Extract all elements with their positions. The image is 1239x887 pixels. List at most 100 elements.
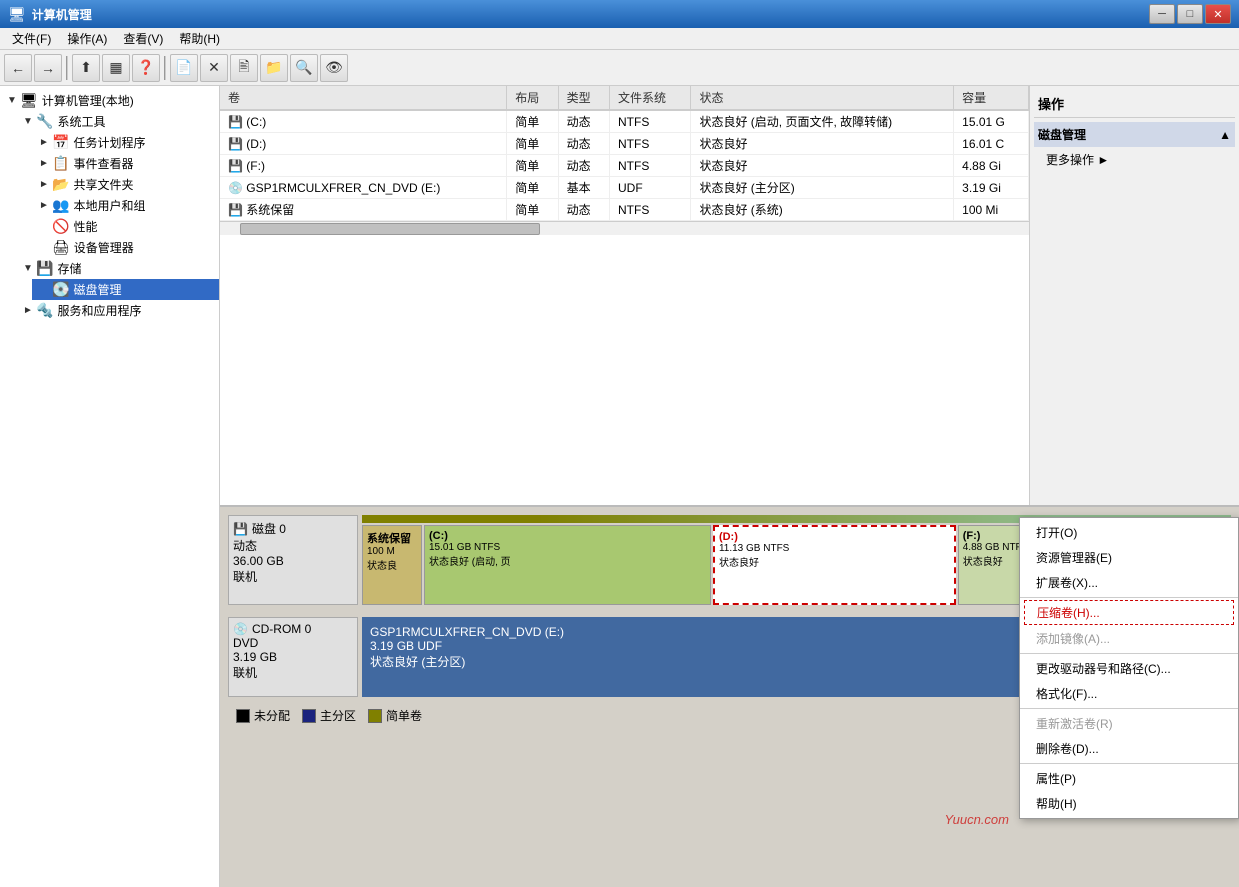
legend-primary: 主分区 [302, 707, 356, 724]
users-toggle[interactable]: ► [36, 200, 52, 211]
col-vol[interactable]: 卷 [220, 86, 507, 110]
table-cell: 3.19 Gi [954, 177, 1029, 199]
shared-toggle[interactable]: ► [36, 179, 52, 190]
dev-label: 设备管理器 [74, 239, 134, 256]
maximize-button[interactable]: □ [1177, 4, 1203, 24]
toolbar-delete[interactable]: ✕ [200, 54, 228, 82]
scrollbar-thumb[interactable] [240, 223, 540, 235]
col-layout[interactable]: 布局 [507, 86, 558, 110]
perf-toggle[interactable] [36, 221, 52, 232]
system-tools-label: 系统工具 [57, 113, 105, 130]
sidebar-item-local-users[interactable]: ► 👥 本地用户和组 [32, 195, 219, 216]
horizontal-scrollbar[interactable] [220, 221, 1029, 235]
root-toggle[interactable]: ▼ [4, 95, 20, 106]
sidebar-item-task-scheduler[interactable]: ► 📅 任务计划程序 [32, 132, 219, 153]
close-button[interactable]: ✕ [1205, 4, 1231, 24]
vol-icon: 💿 [228, 181, 246, 195]
table-cell: 简单 [507, 133, 558, 155]
legend-simple: 简单卷 [368, 707, 422, 724]
menu-file[interactable]: 文件(F) [4, 28, 59, 49]
ctx-item-1[interactable]: 资源管理器(E) [1020, 545, 1238, 570]
minimize-button[interactable]: ─ [1149, 4, 1175, 24]
sidebar-item-services[interactable]: ► 🔩 服务和应用程序 [16, 300, 219, 321]
toolbar: ← → ⬆ ▦ ❓ 📄 ✕ 🖹 📁 🔍 👁 [0, 50, 1239, 86]
ctx-item-9[interactable]: 属性(P) [1020, 766, 1238, 791]
ctx-item-6[interactable]: 格式化(F)... [1020, 681, 1238, 706]
table-cell: 16.01 C [954, 133, 1029, 155]
table-cell: 💾 系统保留 [220, 199, 507, 221]
partition-c[interactable]: (C:) 15.01 GB NTFS 状态良好 (启动, 页 [424, 525, 711, 605]
cdrom0-size: 3.19 GB [233, 650, 353, 664]
toolbar-show-hide[interactable]: ▦ [102, 54, 130, 82]
toolbar-properties[interactable]: 🖹 [230, 54, 258, 82]
table-row[interactable]: 💾 系统保留简单动态NTFS状态良好 (系统)100 Mi [220, 199, 1029, 221]
toolbar-back[interactable]: ← [4, 54, 32, 82]
menu-view[interactable]: 查看(V) [115, 28, 171, 49]
task-sched-icon: 📅 [52, 134, 69, 151]
menu-help[interactable]: 帮助(H) [171, 28, 228, 49]
col-type[interactable]: 类型 [558, 86, 609, 110]
col-status[interactable]: 状态 [691, 86, 954, 110]
root-icon: 🖥 [20, 92, 38, 109]
sidebar-item-shared-folders[interactable]: ► 📂 共享文件夹 [32, 174, 219, 195]
event-toggle[interactable]: ► [36, 158, 52, 169]
table-row[interactable]: 💿 GSP1RMCULXFRER_CN_DVD (E:)简单基本UDF状态良好 … [220, 177, 1029, 199]
col-fs[interactable]: 文件系统 [610, 86, 691, 110]
table-cell: 简单 [507, 155, 558, 177]
sidebar-item-performance[interactable]: 🚫 性能 [32, 216, 219, 237]
svc-toggle[interactable]: ► [20, 305, 36, 316]
task-sched-toggle[interactable]: ► [36, 137, 52, 148]
right-panel-section[interactable]: 磁盘管理 ▲ [1034, 122, 1235, 147]
table-cell: 状态良好 (主分区) [691, 177, 954, 199]
title-bar: 🖥 计算机管理 ─ □ ✕ [0, 0, 1239, 28]
app-icon: 🖥 [8, 6, 26, 23]
system-tools-icon: 🔧 [36, 113, 53, 130]
disk-mgmt-toggle[interactable] [36, 284, 52, 295]
table-cell: 💾 (F:) [220, 155, 507, 177]
toolbar-view[interactable]: 👁 [320, 54, 348, 82]
title-bar-text: 计算机管理 [32, 6, 1149, 23]
system-tools-toggle[interactable]: ▼ [20, 116, 36, 127]
sidebar-item-event-viewer[interactable]: ► 📋 事件查看器 [32, 153, 219, 174]
table-cell: 4.88 Gi [954, 155, 1029, 177]
ctx-item-5[interactable]: 更改驱动器号和路径(C)... [1020, 656, 1238, 681]
ctx-item-2[interactable]: 扩展卷(X)... [1020, 570, 1238, 595]
toolbar-open[interactable]: 📁 [260, 54, 288, 82]
col-size[interactable]: 容量 [954, 86, 1029, 110]
table-row[interactable]: 💾 (C:)简单动态NTFS状态良好 (启动, 页面文件, 故障转储)15.01… [220, 110, 1029, 133]
sidebar-item-system-tools[interactable]: ▼ 🔧 系统工具 [16, 111, 219, 132]
context-menu: 打开(O)资源管理器(E)扩展卷(X)...压缩卷(H)...添加镜像(A)..… [1019, 517, 1239, 819]
toolbar-help[interactable]: ❓ [132, 54, 160, 82]
more-actions-arrow: ► [1097, 153, 1109, 167]
ctx-item-8[interactable]: 删除卷(D)... [1020, 736, 1238, 761]
table-row[interactable]: 💾 (D:)简单动态NTFS状态良好16.01 C [220, 133, 1029, 155]
right-panel-more-actions[interactable]: 更多操作 ► [1034, 149, 1235, 170]
sidebar-item-device-manager[interactable]: 🖨 设备管理器 [32, 237, 219, 258]
table-cell: 状态良好 [691, 155, 954, 177]
upper-content: 卷 布局 类型 文件系统 状态 容量 💾 (C:)简单动态NTFS状态良好 (启… [220, 86, 1239, 507]
sidebar-item-root[interactable]: ▼ 🖥 计算机管理(本地) [0, 90, 219, 111]
disk0-title: 磁盘 0 [252, 520, 286, 537]
ctx-item-0[interactable]: 打开(O) [1020, 520, 1238, 545]
menu-action[interactable]: 操作(A) [59, 28, 115, 49]
legend-simple-box [368, 709, 382, 723]
toolbar-forward[interactable]: → [34, 54, 62, 82]
toolbar-up[interactable]: ⬆ [72, 54, 100, 82]
system-tools-children: ► 📅 任务计划程序 ► 📋 事件查看器 ► 📂 共享文件夹 ► 👥 [16, 132, 219, 258]
partition-d1[interactable]: (D:) 11.13 GB NTFS 状态良好 [713, 525, 956, 605]
sidebar-item-storage[interactable]: ▼ 💾 存储 [16, 258, 219, 279]
ctx-separator [1020, 763, 1238, 764]
table-row[interactable]: 💾 (F:)简单动态NTFS状态良好4.88 Gi [220, 155, 1029, 177]
dev-toggle[interactable] [36, 242, 52, 253]
toolbar-search[interactable]: 🔍 [290, 54, 318, 82]
ctx-item-10[interactable]: 帮助(H) [1020, 791, 1238, 816]
table-container: 卷 布局 类型 文件系统 状态 容量 💾 (C:)简单动态NTFS状态良好 (启… [220, 86, 1029, 505]
storage-toggle[interactable]: ▼ [20, 263, 36, 274]
table-cell: 动态 [558, 155, 609, 177]
toolbar-new[interactable]: 📄 [170, 54, 198, 82]
partition-system-reserve[interactable]: 系统保留 100 M 状态良 [362, 525, 422, 605]
right-panel: 操作 磁盘管理 ▲ 更多操作 ► [1029, 86, 1239, 505]
ctx-item-3[interactable]: 压缩卷(H)... [1024, 600, 1234, 625]
sidebar-item-disk-management[interactable]: 💽 磁盘管理 [32, 279, 219, 300]
table-cell: 状态良好 (系统) [691, 199, 954, 221]
